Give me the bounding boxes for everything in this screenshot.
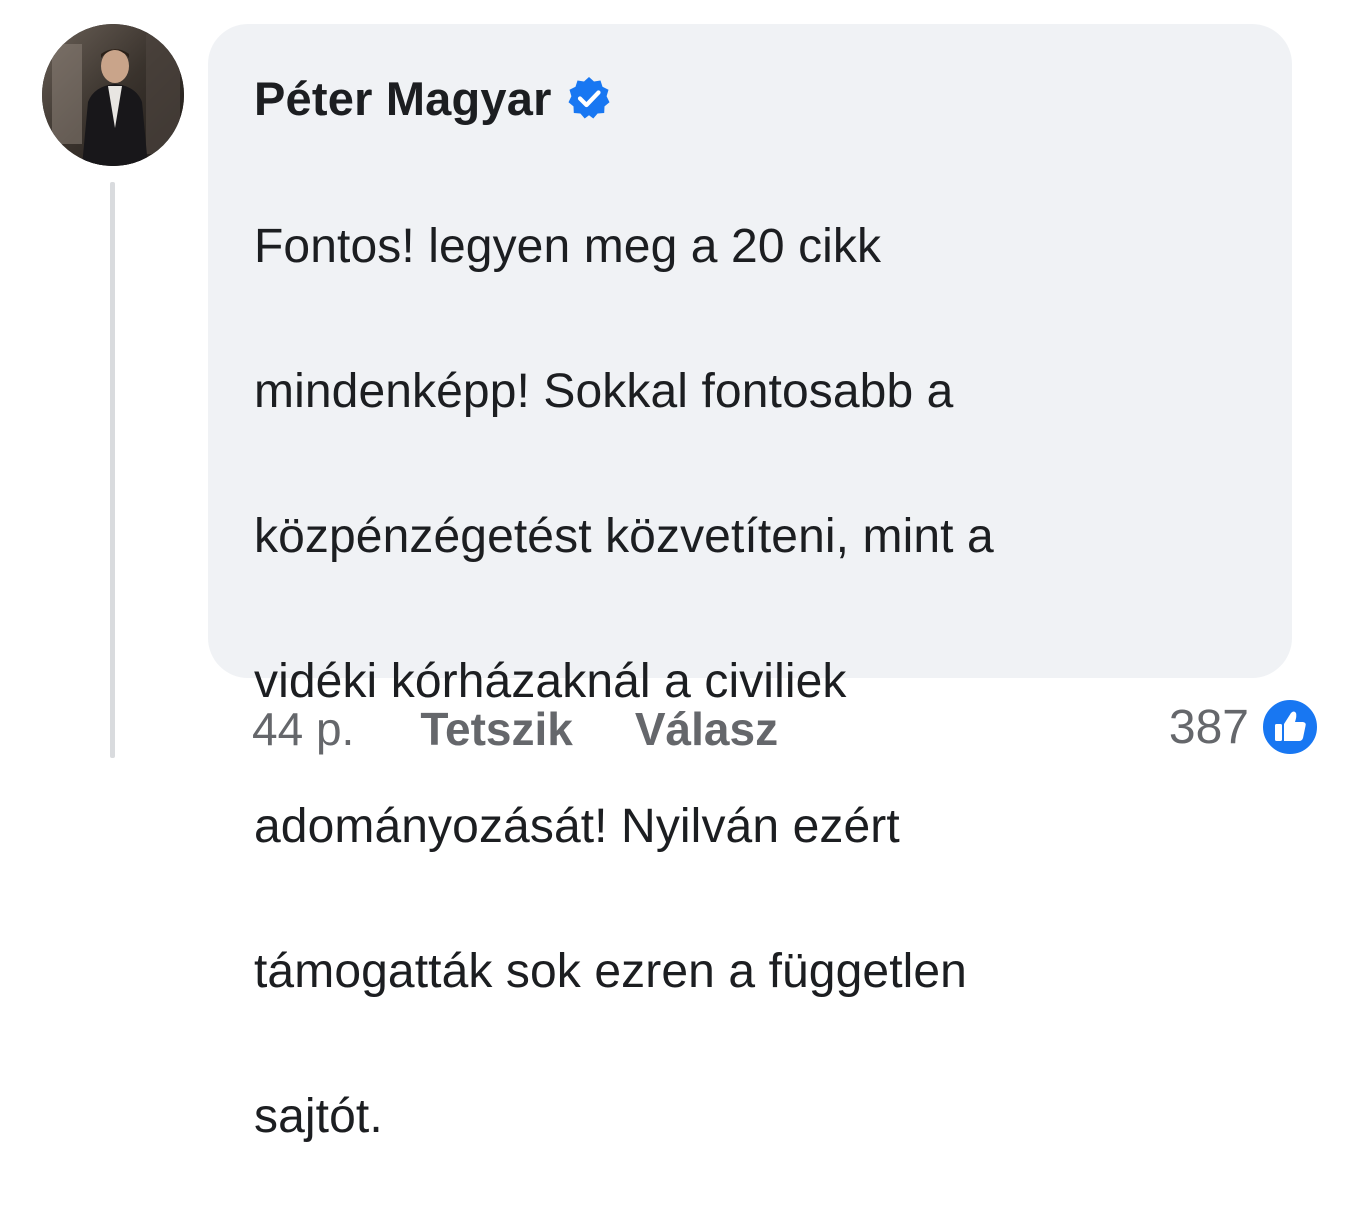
comment-text-line: mindenképp! Sokkal fontosabb a: [254, 364, 954, 418]
avatar-image: [42, 24, 184, 166]
comment-text-line: támogatták sok ezren a független: [254, 944, 967, 998]
like-icon: [1261, 698, 1319, 756]
comment-text-line: Fontos! legyen meg a 20 cikk: [254, 219, 882, 273]
comment-timestamp[interactable]: 44 p.: [252, 702, 354, 756]
author-row: Péter Magyar: [254, 68, 612, 128]
reaction-count: 387: [1168, 700, 1249, 754]
author-name[interactable]: Péter Magyar: [254, 71, 552, 126]
comment-text-line: közpénzégetést közvetíteni, mint a: [254, 509, 994, 563]
comment-text: Fontos! legyen meg a 20 cikk mindenképp!…: [254, 138, 1264, 1226]
comment-text-line: sajtót.: [254, 1089, 383, 1143]
thread-line: [110, 182, 115, 758]
reply-button[interactable]: Válasz: [635, 702, 778, 756]
reactions-summary[interactable]: 387: [1169, 696, 1319, 758]
comment-actions: 44 p. Tetszik Válasz: [252, 700, 778, 758]
verified-badge-icon: [566, 75, 612, 121]
comment: Péter Magyar Fontos! legyen meg a 20 cik…: [0, 0, 1347, 1143]
like-button[interactable]: Tetszik: [420, 702, 573, 756]
avatar[interactable]: [42, 24, 184, 166]
comment-text-line: adományozását! Nyilván ezért: [254, 799, 900, 853]
comment-bubble: Péter Magyar Fontos! legyen meg a 20 cik…: [208, 24, 1292, 1143]
